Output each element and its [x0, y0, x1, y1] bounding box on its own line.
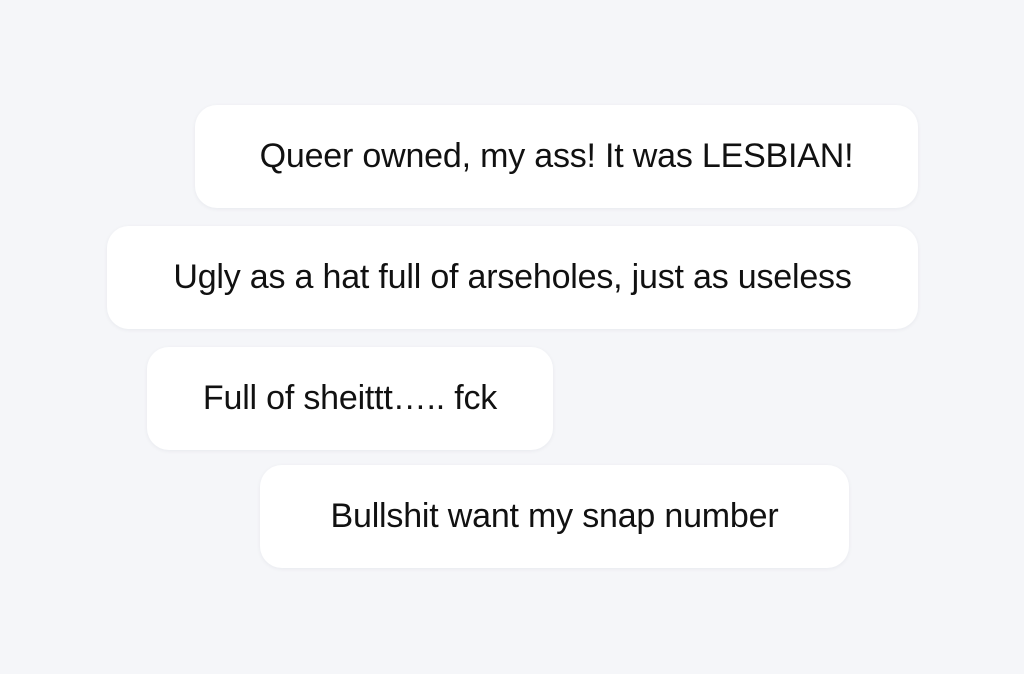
message-bubble: Ugly as a hat full of arseholes, just as…	[107, 226, 918, 329]
message-bubble: Queer owned, my ass! It was LESBIAN!	[195, 105, 918, 208]
message-bubble: Full of sheittt….. fck	[147, 347, 553, 450]
message-text: Full of sheittt….. fck	[202, 379, 498, 417]
message-text: Ugly as a hat full of arseholes, just as…	[173, 258, 852, 296]
message-text: Bullshit want my snap number	[330, 497, 779, 535]
message-bubble: Bullshit want my snap number	[260, 465, 849, 568]
message-text: Queer owned, my ass! It was LESBIAN!	[259, 137, 854, 175]
